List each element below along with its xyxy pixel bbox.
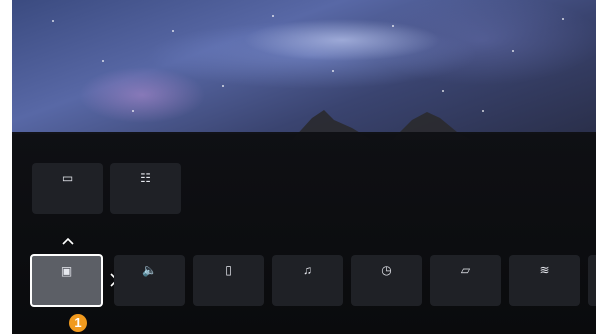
tile-list-document[interactable]: ☷ [110,163,181,214]
tile-sleep-timer[interactable]: ◷ [351,255,422,306]
tile-headphones[interactable]: ♫ [272,255,343,306]
tile-network[interactable]: ≋ [509,255,580,306]
audio-output-icon: ▯ [225,263,232,277]
step-callout-badge: 1 [69,314,87,332]
picture-mode-icon: ▣ [60,264,73,278]
tile-picture-frame[interactable]: ▭ [32,163,103,214]
wifi-icon: ≋ [539,263,550,277]
tile-screen-off[interactable]: ▱ [430,255,501,306]
speaker-icon: 🔈 [142,263,157,277]
chevron-up-icon[interactable] [61,236,75,246]
tile-audio-output[interactable]: ▯ [193,255,264,306]
clock-icon: ◷ [381,263,392,277]
headphones-icon: ♫ [303,263,312,277]
tile-picture-mode[interactable]: ▣ [30,254,103,307]
tile-sound-mode[interactable]: 🔈 [114,255,185,306]
tv-screen: ▭ ☷ ▣ 🔈 ▯ ♫ ◷ ▱ ≋ 1 [12,0,596,334]
screen-off-icon: ▱ [460,263,471,277]
list-document-icon: ☷ [140,171,151,185]
picture-frame-icon: ▭ [61,171,74,185]
tile-partial[interactable] [588,255,596,306]
